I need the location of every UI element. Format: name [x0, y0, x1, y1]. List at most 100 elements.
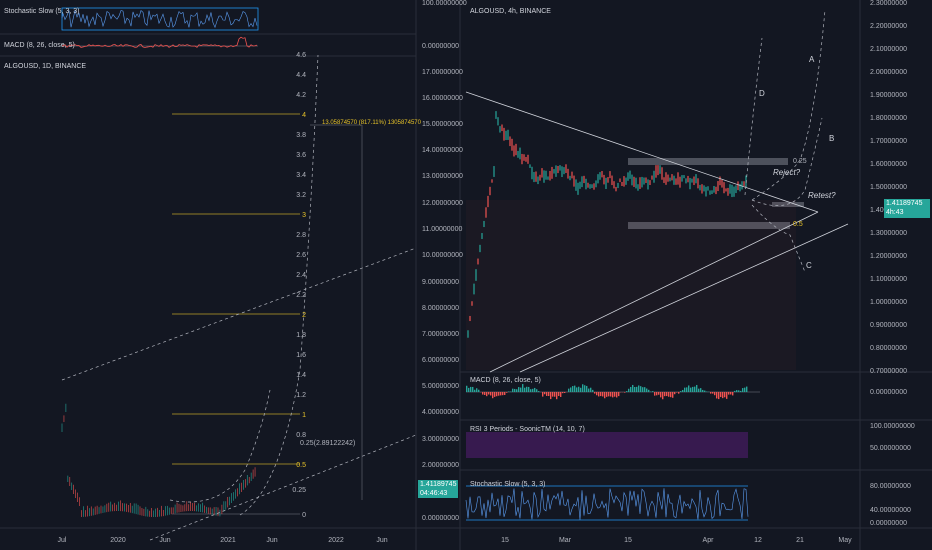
right-macd-bar — [568, 388, 570, 392]
right-macd-bar — [494, 392, 496, 397]
right-candle — [693, 176, 695, 186]
right-candle — [491, 179, 493, 183]
right-macd-bar — [490, 392, 492, 396]
right-stoch-pane — [465, 485, 749, 521]
left-price-tag-value: 1.41189745 — [420, 481, 457, 488]
right-macd-bar — [680, 391, 682, 392]
right-rsi-pane — [466, 432, 748, 458]
right-candle — [709, 190, 711, 195]
right-candle — [637, 184, 639, 191]
right-candle — [495, 111, 497, 119]
right-candle — [633, 176, 635, 187]
right-candle — [561, 166, 563, 178]
right-macd-bar — [746, 386, 748, 392]
right-candle — [485, 207, 487, 218]
right-macd-bar — [662, 392, 664, 400]
right-candle — [565, 164, 567, 173]
right-candle — [543, 170, 545, 183]
right-candle — [699, 184, 701, 191]
right-macd-bar — [504, 392, 506, 395]
right-macd-bar — [550, 392, 552, 400]
right-macd-bar — [630, 386, 632, 392]
right-macd-bar — [484, 392, 486, 396]
right-candle — [723, 182, 725, 194]
right-candle — [733, 186, 735, 197]
right-candle — [613, 181, 615, 189]
right-macd-bar — [666, 392, 668, 397]
right-candle — [741, 181, 743, 190]
right-macd-bar — [632, 384, 634, 392]
right-macd-bar — [656, 392, 658, 396]
right-candle — [501, 124, 503, 132]
right-macd-bar — [694, 386, 696, 392]
right-candle — [525, 157, 527, 162]
right-candle — [729, 184, 731, 194]
right-macd-bar — [580, 387, 582, 392]
right-macd-bar — [488, 392, 490, 395]
right-candle — [573, 175, 575, 187]
left-fib-levels — [172, 113, 300, 515]
right-macd-bar — [572, 386, 574, 392]
right-candle — [553, 169, 555, 174]
right-candle — [533, 172, 535, 183]
right-macd-bar — [720, 392, 722, 398]
right-candle — [479, 244, 481, 253]
right-macd-bar — [704, 390, 706, 392]
right-candle — [707, 186, 709, 191]
right-candle — [657, 165, 659, 176]
right-candle — [673, 175, 675, 185]
right-macd-bar — [612, 392, 614, 398]
right-candle — [619, 178, 621, 183]
right-candle — [507, 129, 509, 140]
right-macd-bar — [712, 392, 714, 394]
right-macd-bar — [562, 392, 564, 394]
right-macd-bar — [590, 387, 592, 392]
right-candle — [705, 186, 707, 197]
right-price-tag: 1.41189745 4h:43 — [884, 199, 930, 218]
right-macd-bar — [614, 392, 616, 397]
right-macd-bar — [686, 387, 688, 392]
right-candle — [727, 187, 729, 196]
right-candle — [607, 177, 609, 183]
right-macd-bar — [578, 386, 580, 392]
right-candle — [563, 167, 565, 175]
right-macd-bar — [616, 392, 618, 398]
right-macd-bar — [676, 392, 678, 393]
right-macd-bar — [544, 392, 546, 395]
right-macd-bar — [610, 392, 612, 397]
right-macd-bar — [500, 392, 502, 396]
right-candle — [511, 138, 513, 151]
right-macd-bar — [498, 392, 500, 396]
right-macd-bar — [640, 386, 642, 392]
right-macd-bar — [588, 388, 590, 392]
right-macd-bar — [710, 392, 712, 394]
right-macd-bar — [478, 389, 480, 392]
right-macd-bar — [530, 389, 532, 392]
right-candle — [593, 183, 595, 190]
right-candle — [581, 176, 583, 188]
chart-canvas[interactable] — [0, 0, 932, 550]
right-macd-bar — [512, 388, 514, 392]
right-candle — [667, 174, 669, 182]
right-candle — [691, 178, 693, 183]
right-macd-bar — [518, 387, 520, 392]
right-candle — [663, 177, 665, 183]
right-macd-bar — [668, 392, 670, 397]
right-candle — [629, 170, 631, 179]
right-macd-bar — [670, 392, 672, 398]
right-candle — [523, 154, 525, 161]
right-candle — [737, 181, 739, 191]
right-candle — [687, 175, 689, 183]
right-macd-bar — [502, 392, 504, 396]
right-candle — [651, 175, 653, 180]
right-candle — [597, 174, 599, 184]
right-candle — [595, 180, 597, 188]
right-macd-bar — [474, 389, 476, 392]
right-candle — [649, 180, 651, 186]
right-macd-bar — [644, 387, 646, 392]
left-price-tag-countdown: 04:46:43 — [420, 490, 448, 497]
right-candle — [639, 177, 641, 189]
right-macd-bar — [492, 392, 494, 399]
right-candle — [587, 182, 589, 188]
right-candle — [541, 168, 543, 178]
